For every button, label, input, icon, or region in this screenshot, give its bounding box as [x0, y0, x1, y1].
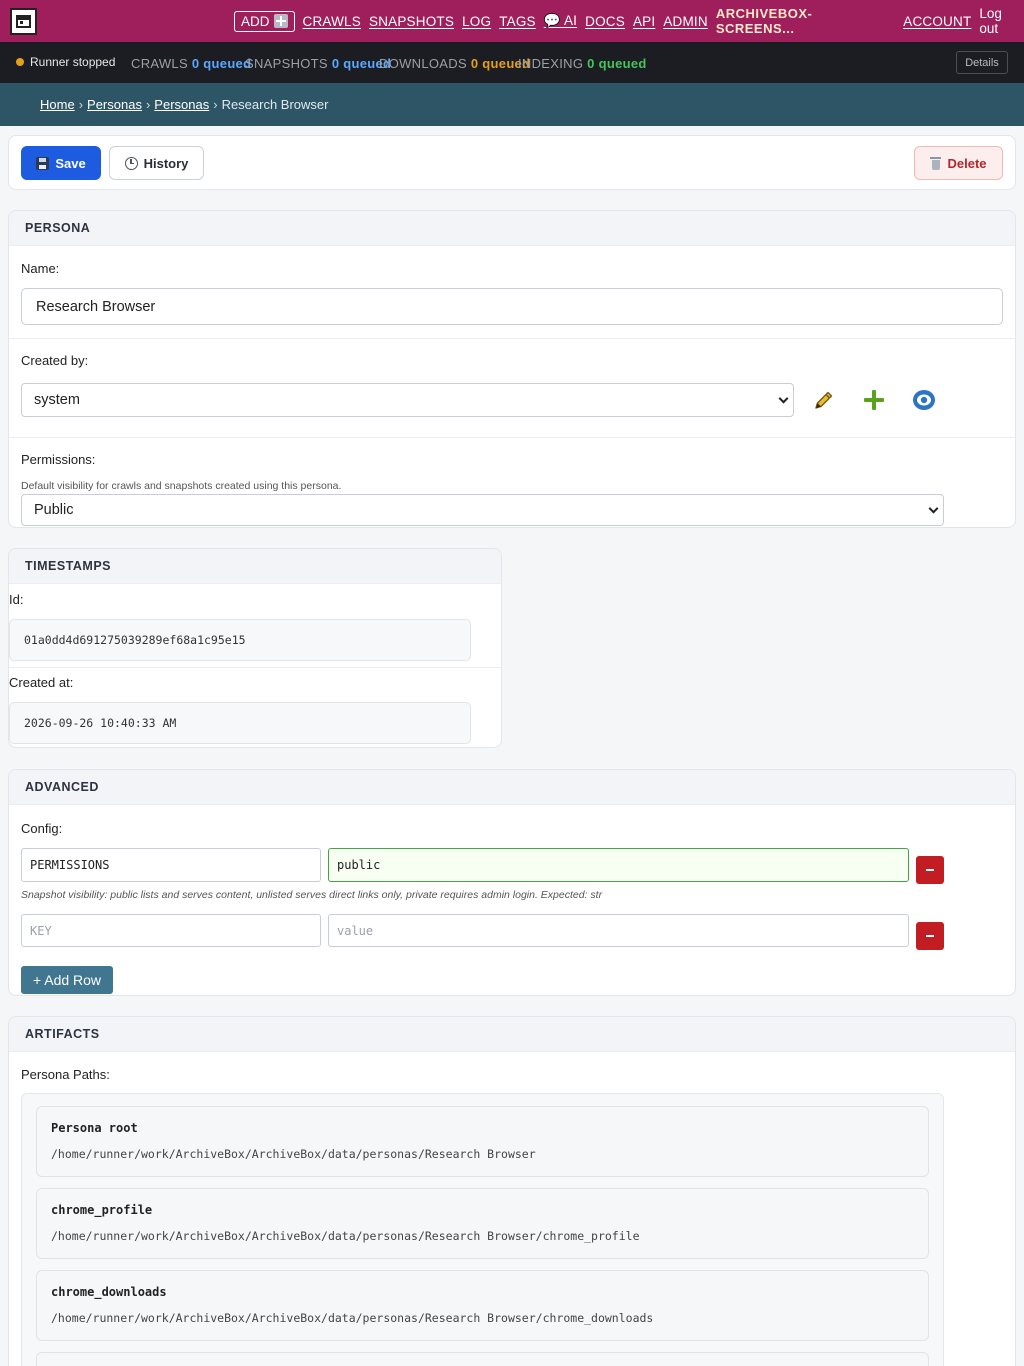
delete-button[interactable]: Delete	[914, 146, 1003, 180]
artifacts-fieldset: ARTIFACTS Persona Paths: Persona root /h…	[8, 1016, 1016, 1366]
created-at-readonly: 2026-09-26 10:40:33 AM	[9, 702, 471, 744]
list-item: Persona root /home/runner/work/ArchiveBo…	[36, 1106, 929, 1177]
config-key-input[interactable]: KEY	[21, 914, 321, 947]
runner-status: Runner stopped	[30, 55, 116, 69]
config-value-input[interactable]: value	[328, 914, 909, 947]
persona-fieldset: PERSONA Name: Research Browser Created b…	[8, 210, 1016, 528]
chevron-down-icon	[778, 393, 789, 404]
advanced-fieldset: ADVANCED Config: PERMISSIONS public Snap…	[8, 769, 1016, 996]
nav-docs[interactable]: DOCS	[585, 14, 625, 29]
history-button[interactable]: History	[109, 146, 204, 180]
clock-icon	[124, 156, 138, 170]
artifacts-heading: ARTIFACTS	[9, 1017, 1015, 1052]
top-nav: ADD CRAWLS SNAPSHOTS LOG TAGS 💬 AI DOCS …	[0, 0, 1024, 42]
list-item	[36, 1352, 929, 1366]
divider	[9, 338, 1015, 339]
nav-logout[interactable]: Log out	[979, 6, 1024, 36]
permissions-help: Default visibility for crawls and snapsh…	[21, 480, 342, 492]
config-row-help: Snapshot visibility: public lists and se…	[21, 889, 603, 901]
nav-snapshots[interactable]: SNAPSHOTS	[369, 14, 454, 29]
created-at-label: Created at:	[9, 675, 74, 690]
details-button[interactable]: Details	[956, 51, 1008, 74]
permissions-label: Permissions:	[21, 452, 96, 467]
nav-account[interactable]: ACCOUNT	[903, 14, 971, 29]
list-item: chrome_downloads /home/runner/work/Archi…	[36, 1270, 929, 1341]
name-input[interactable]: Research Browser	[21, 288, 1003, 325]
remove-row-button[interactable]	[916, 922, 944, 950]
nav-log[interactable]: LOG	[462, 14, 491, 29]
divider	[9, 667, 501, 668]
nav-admin[interactable]: ADMIN	[663, 14, 708, 29]
breadcrumb: Home › Personas › Personas › Research Browser	[40, 97, 329, 112]
breadcrumb-personas-app[interactable]: Personas	[87, 97, 142, 112]
nav-brand[interactable]: ARCHIVEBOX-SCREENS...	[716, 6, 889, 36]
timestamps-heading: TIMESTAMPS	[9, 549, 501, 584]
list-item: chrome_profile /home/runner/work/Archive…	[36, 1188, 929, 1259]
name-label: Name:	[21, 261, 60, 276]
nav-add-button[interactable]: ADD	[234, 10, 295, 32]
indexing-queue: INDEXING 0 queued	[518, 56, 647, 71]
minus-icon	[926, 869, 934, 871]
downloads-queue: DOWNLOADS 0 queued	[379, 56, 531, 71]
trash-icon	[930, 156, 942, 170]
persona-heading: PERSONA	[9, 211, 1015, 246]
save-button[interactable]: Save	[21, 146, 101, 180]
persona-paths-label: Persona Paths:	[21, 1067, 110, 1082]
nav-api[interactable]: API	[633, 14, 655, 29]
breadcrumb-personas-model[interactable]: Personas	[154, 97, 209, 112]
breadcrumb-home[interactable]: Home	[40, 97, 75, 112]
nav-crawls[interactable]: CRAWLS	[303, 14, 361, 29]
divider	[9, 437, 1015, 438]
breadcrumb-current: Research Browser	[221, 97, 329, 112]
timestamps-fieldset: TIMESTAMPS Id: 01a0dd4d691275039289ef68a…	[8, 548, 502, 748]
id-readonly: 01a0dd4d691275039289ef68a1c95e15	[9, 619, 471, 661]
created-by-label: Created by:	[21, 353, 89, 368]
plus-icon	[273, 14, 288, 28]
permissions-select[interactable]: Public	[21, 494, 944, 526]
minus-icon	[926, 935, 934, 937]
pencil-icon[interactable]	[813, 389, 835, 411]
persona-paths-list: Persona root /home/runner/work/ArchiveBo…	[21, 1093, 944, 1366]
advanced-heading: ADVANCED	[9, 770, 1015, 805]
created-by-select[interactable]: system	[21, 383, 794, 417]
config-value-input[interactable]: public	[328, 848, 909, 882]
config-label: Config:	[21, 821, 63, 836]
view-related-eye-icon[interactable]	[912, 388, 936, 412]
crawls-queue: CRAWLS 0 queued	[131, 56, 252, 71]
nav-tags[interactable]: TAGS	[499, 14, 536, 29]
chevron-down-icon	[928, 503, 939, 514]
add-row-button[interactable]: + Add Row	[21, 966, 113, 994]
id-label: Id:	[9, 592, 24, 607]
remove-row-button[interactable]	[916, 856, 944, 884]
runner-status-icon	[16, 58, 24, 66]
snapshots-queue: SNAPSHOTS 0 queued	[245, 56, 392, 71]
nav-links: ADD CRAWLS SNAPSHOTS LOG TAGS 💬 AI DOCS …	[234, 6, 1024, 36]
object-toolbar: Save History Delete	[8, 135, 1016, 190]
nav-ai[interactable]: 💬 AI	[544, 13, 577, 29]
archivebox-logo-icon[interactable]	[10, 8, 37, 35]
add-related-icon[interactable]	[862, 388, 886, 412]
config-key-input[interactable]: PERMISSIONS	[21, 848, 321, 882]
floppy-icon	[36, 156, 50, 170]
